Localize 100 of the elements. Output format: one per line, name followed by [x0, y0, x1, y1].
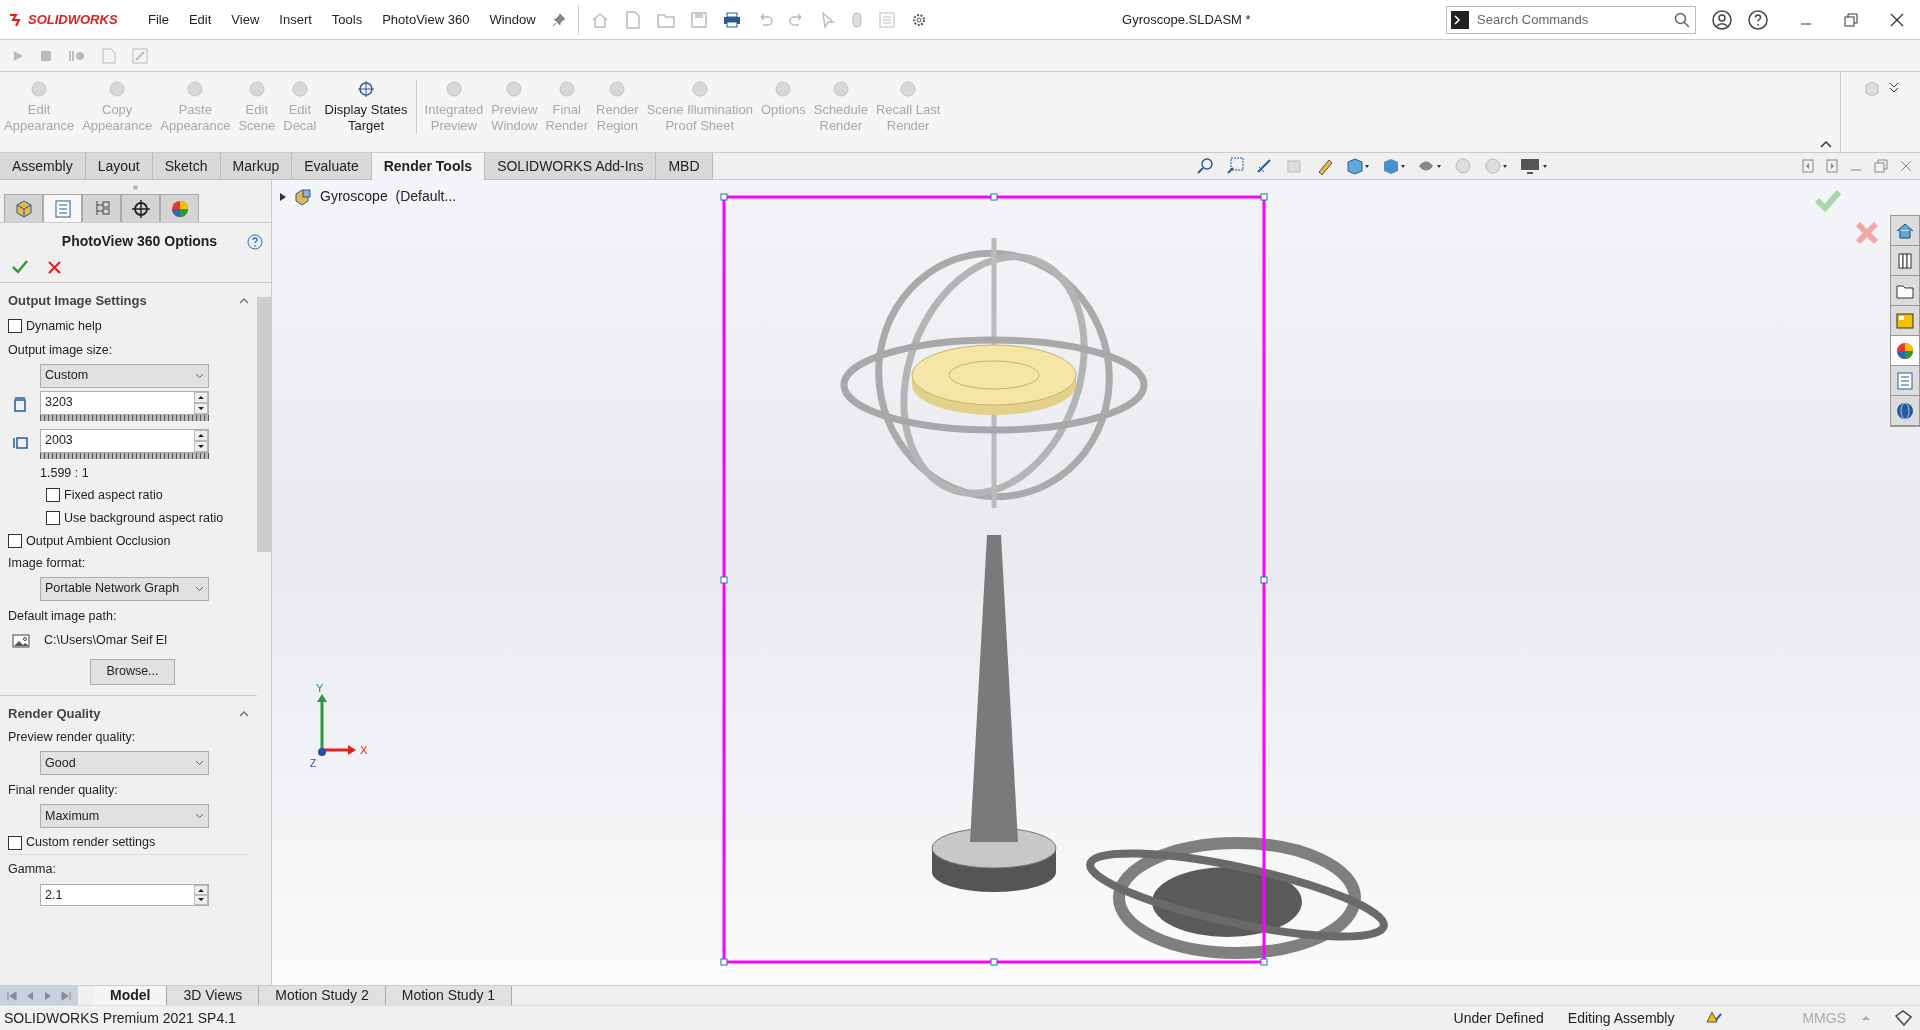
spin-arrows-icon[interactable]: [194, 429, 208, 452]
checkbox-row[interactable]: Fixed aspect ratio: [8, 483, 249, 507]
globe-icon: [1895, 400, 1915, 421]
number-field[interactable]: 2.1: [40, 884, 209, 906]
menu-item[interactable]: Window: [481, 5, 544, 34]
checkbox[interactable]: [8, 835, 22, 850]
previous-view-icon[interactable]: [1256, 157, 1274, 175]
first-page-icon[interactable]: [4, 988, 20, 1003]
home-icon[interactable]: [590, 10, 609, 29]
command-tab[interactable]: MBD: [656, 153, 713, 180]
display-style-icon[interactable]: [1382, 157, 1406, 175]
pane-left-icon[interactable]: [1802, 159, 1814, 173]
rebuild-icon[interactable]: [850, 11, 863, 28]
render-region-frame[interactable]: [720, 193, 1268, 966]
caret-icon[interactable]: [1862, 1015, 1870, 1021]
menu-item[interactable]: File: [140, 5, 177, 34]
restore-icon[interactable]: [1844, 12, 1858, 27]
bottom-tab[interactable]: Model: [94, 986, 168, 1005]
panel-tab[interactable]: [121, 194, 160, 222]
edit-document-icon[interactable]: [132, 47, 148, 64]
ribbon-button[interactable]: Display States Target: [320, 80, 412, 134]
list-icon: [52, 198, 73, 219]
new-document-icon[interactable]: [624, 10, 641, 29]
expand-icon[interactable]: [1888, 80, 1899, 94]
bottom-tab[interactable]: Motion Study 2: [259, 986, 386, 1005]
checkbox[interactable]: [8, 319, 22, 333]
spin-arrows-icon[interactable]: [194, 885, 208, 905]
cancel-icon[interactable]: [48, 260, 61, 274]
section-heading: Render Quality: [8, 704, 101, 723]
checkbox[interactable]: [46, 511, 60, 525]
number-field[interactable]: 2003: [40, 428, 209, 453]
stop-icon[interactable]: [40, 49, 52, 62]
tree-item[interactable]: Gyroscope (Default...: [320, 186, 457, 207]
section-heading: Output Image Settings: [8, 292, 147, 310]
command-tab[interactable]: Render Tools: [371, 153, 486, 180]
checkbox-row[interactable]: Use background aspect ratio: [8, 506, 249, 530]
menu-item[interactable]: View: [223, 5, 268, 34]
redo-icon[interactable]: [788, 12, 805, 27]
browse-button[interactable]: Browse...: [90, 658, 175, 685]
menu-item[interactable]: Tools: [323, 5, 371, 34]
caret-icon: [195, 760, 204, 766]
last-page-icon[interactable]: [58, 988, 74, 1003]
user-icon[interactable]: [1712, 9, 1732, 30]
view-orientation-icon[interactable]: [1346, 157, 1370, 175]
field-label: Final render quality:: [8, 782, 119, 799]
number-field[interactable]: 3203: [40, 390, 209, 415]
sphere-icon: [608, 80, 627, 98]
dropdown[interactable]: Portable Network Graph: [40, 576, 209, 601]
command-tab[interactable]: Evaluate: [292, 153, 372, 180]
collapse-icon[interactable]: [239, 297, 249, 305]
zoom-to-fit-icon[interactable]: [1196, 157, 1214, 175]
sphere-icon: [444, 80, 463, 98]
caret-icon: [195, 372, 204, 379]
checkbox-row[interactable]: Output Ambient Occlusion: [8, 529, 249, 553]
color-ball-icon: [1895, 340, 1915, 361]
dropdown[interactable]: Good: [40, 751, 209, 775]
menu-item[interactable]: PhotoView 360: [374, 5, 478, 34]
command-tab[interactable]: Markup: [220, 153, 293, 180]
checkbox-row[interactable]: Custom render settings: [8, 831, 249, 854]
command-tab[interactable]: Layout: [85, 153, 153, 180]
command-tab[interactable]: Assembly: [0, 153, 86, 180]
dropdown[interactable]: Custom: [40, 363, 209, 388]
spin-arrows-icon[interactable]: [194, 391, 208, 414]
close-icon[interactable]: [1890, 12, 1904, 27]
dropdown[interactable]: Maximum: [40, 804, 209, 828]
thumbwheel[interactable]: [40, 452, 209, 459]
splitter-handle[interactable]: [133, 184, 138, 190]
bottom-tab[interactable]: Motion Study 1: [385, 986, 513, 1005]
checkbox[interactable]: [46, 488, 60, 502]
menu-item[interactable]: Edit: [180, 5, 220, 34]
search-field[interactable]: Search Commands: [1446, 5, 1696, 34]
checkbox[interactable]: [8, 534, 22, 548]
ok-icon[interactable]: [12, 260, 28, 274]
settings-icon[interactable]: [910, 11, 927, 28]
task-pane-tab[interactable]: [1891, 336, 1919, 366]
collapse-icon[interactable]: [239, 709, 249, 717]
zoom-area-icon[interactable]: [1226, 157, 1244, 175]
bottom-tab[interactable]: 3D Views: [167, 986, 260, 1005]
pencil-icon[interactable]: [1316, 157, 1334, 175]
play-icon[interactable]: [12, 49, 24, 62]
tag-icon[interactable]: [1894, 1010, 1912, 1026]
pointer-icon[interactable]: [820, 11, 835, 28]
command-tab[interactable]: SOLIDWORKS Add-Ins: [485, 153, 657, 180]
pane-right-icon[interactable]: [1826, 159, 1838, 173]
check-icon[interactable]: [1814, 190, 1842, 213]
expand-arrow-icon[interactable]: [280, 192, 286, 201]
monitor-icon[interactable]: [1520, 157, 1548, 175]
cube-icon: [13, 198, 34, 219]
pause-record-icon[interactable]: [68, 49, 86, 62]
menu-item[interactable]: Insert: [271, 5, 320, 34]
thumbwheel[interactable]: [40, 414, 209, 421]
collapse-ribbon-icon[interactable]: [1820, 140, 1832, 148]
pin-icon[interactable]: [551, 12, 566, 27]
command-tab[interactable]: Sketch: [152, 153, 221, 180]
crosshair-icon: [357, 80, 376, 98]
list-icon: [1895, 370, 1915, 391]
help-icon[interactable]: [1748, 9, 1768, 30]
rebuild-warning-icon[interactable]: [1706, 1010, 1723, 1026]
checkbox-row[interactable]: Dynamic help: [8, 314, 249, 338]
printer-icon[interactable]: [722, 11, 741, 28]
